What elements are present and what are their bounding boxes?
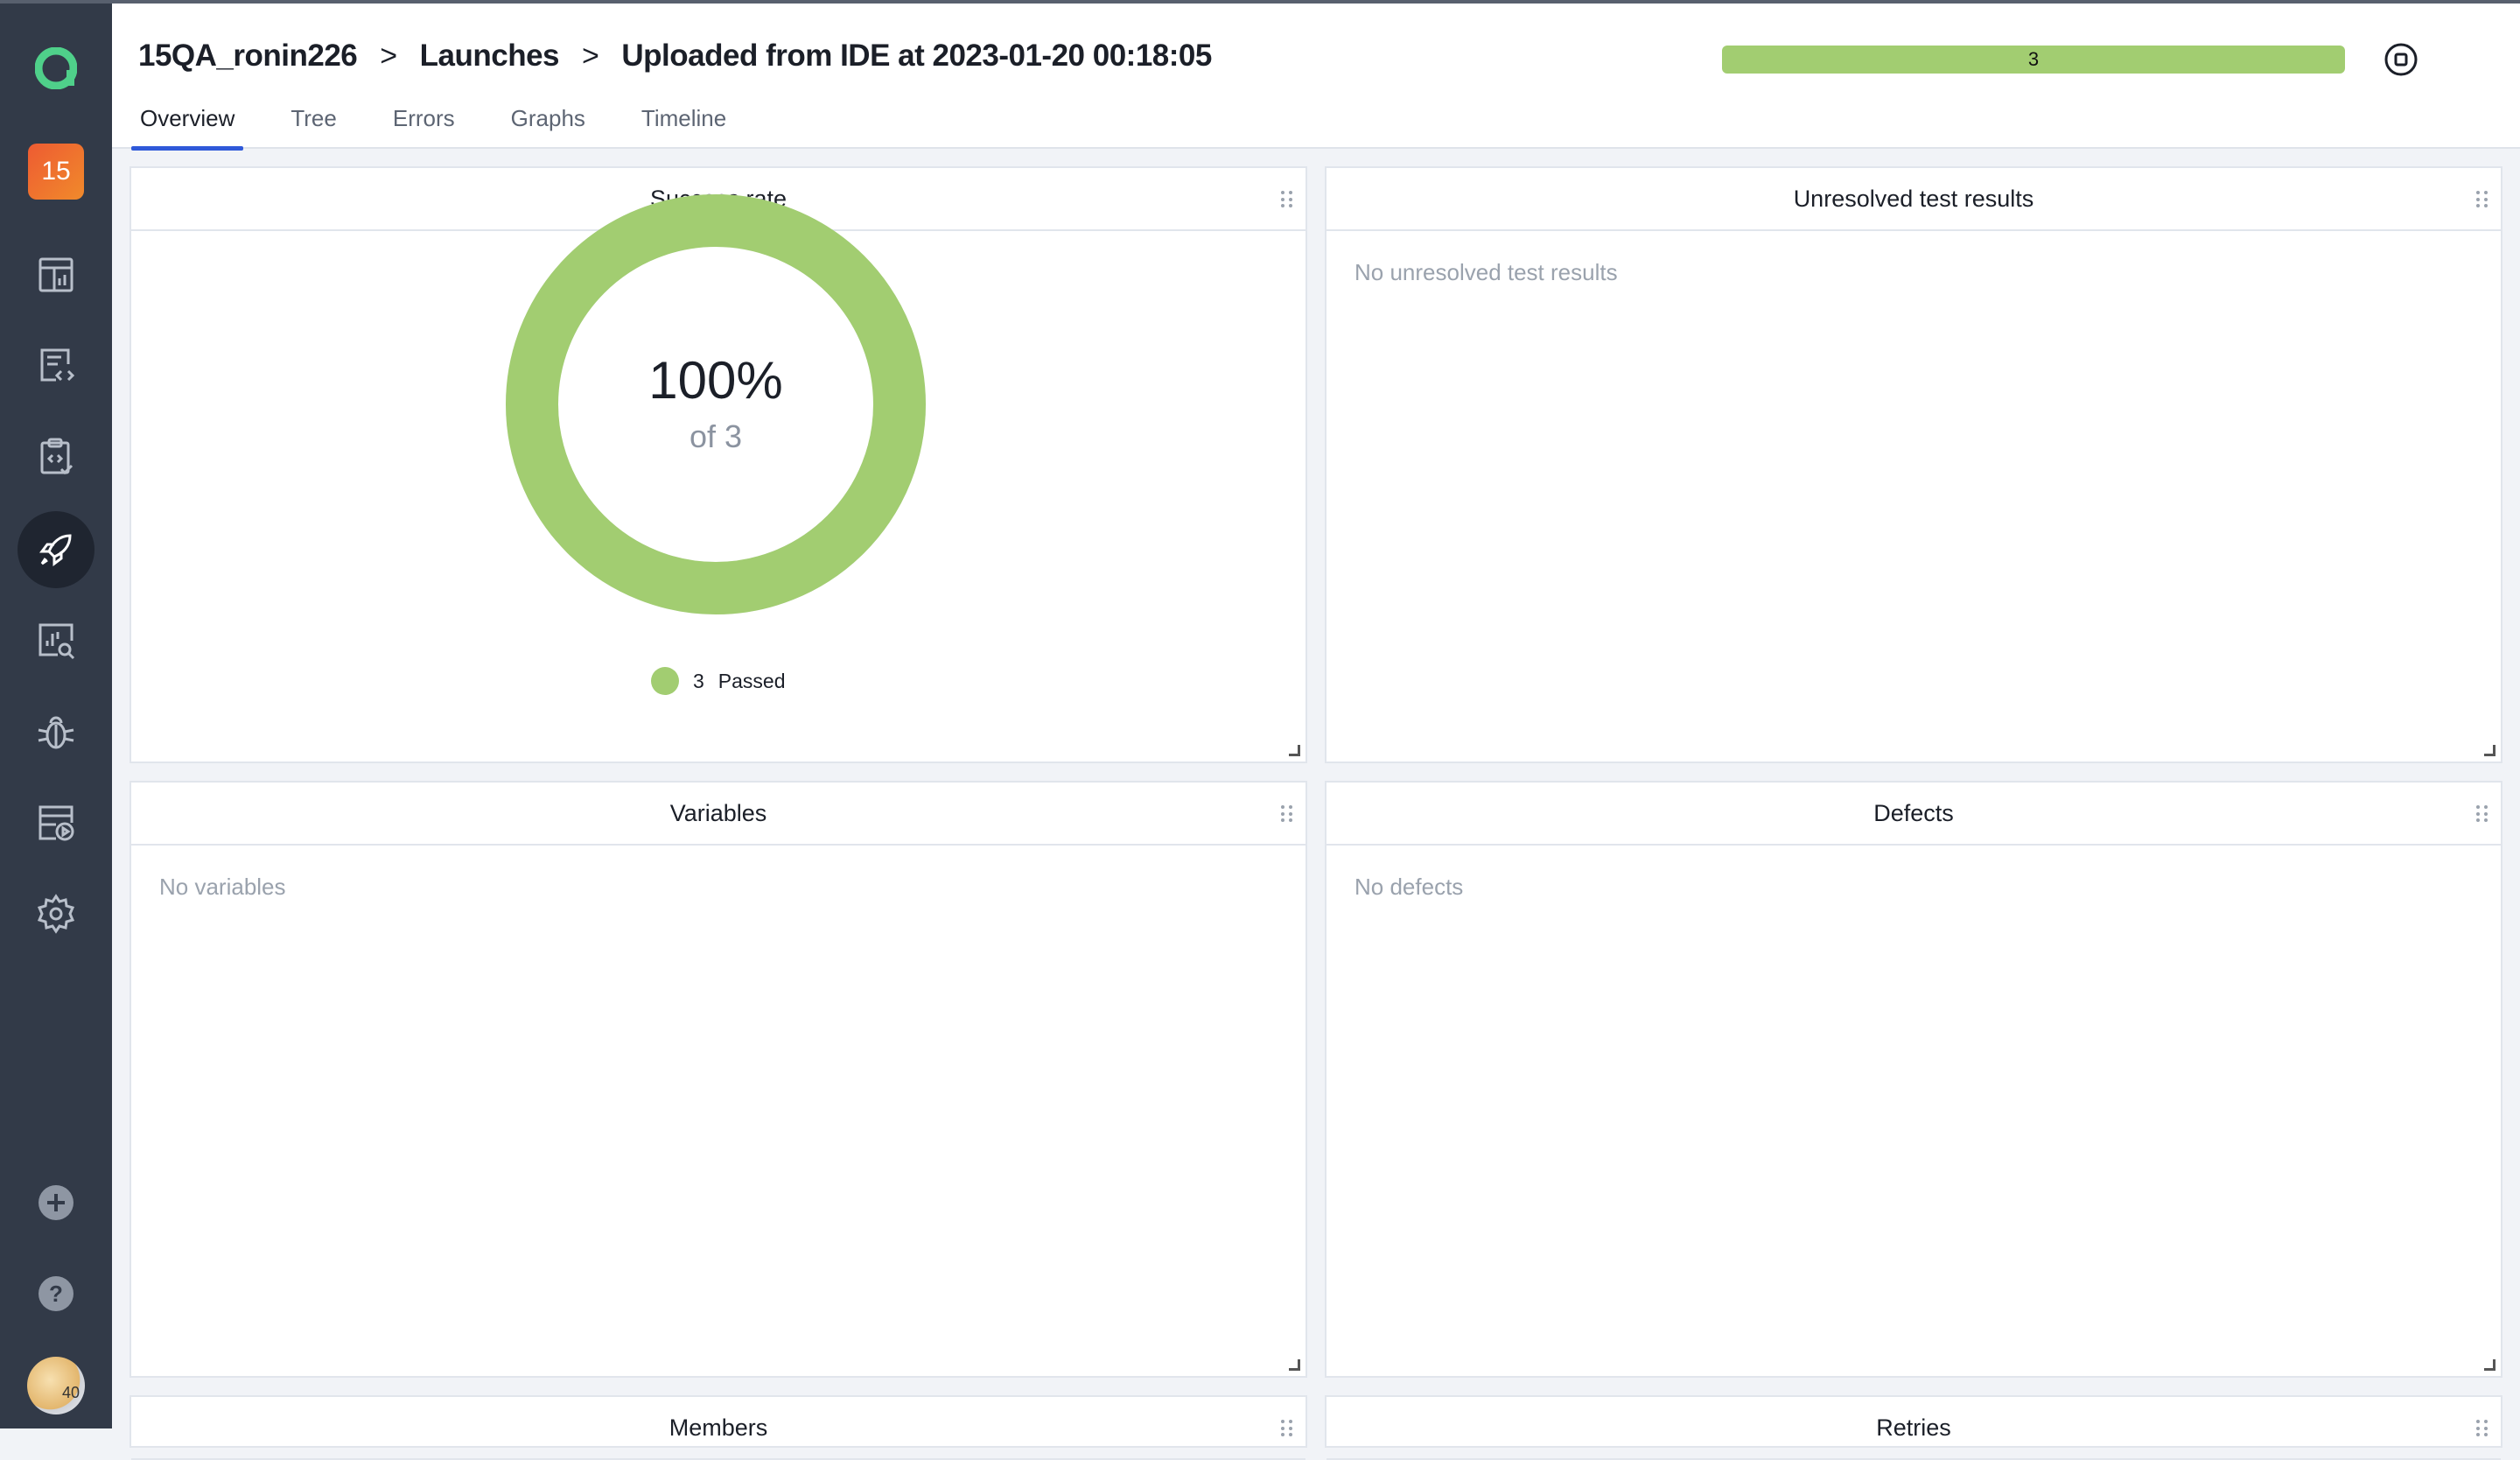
drag-handle-icon[interactable]	[2476, 805, 2488, 823]
widget-title-text: Members	[668, 1414, 768, 1441]
avatar[interactable]: 40	[27, 1357, 85, 1414]
breadcrumb-launches[interactable]: Launches	[420, 39, 560, 74]
svg-text:?: ?	[49, 1281, 63, 1307]
tab-errors[interactable]: Errors	[386, 102, 462, 144]
retries-widget: Retries	[1325, 1395, 2502, 1460]
drag-handle-icon[interactable]	[1281, 805, 1293, 823]
legend-count: 3	[693, 669, 704, 692]
unresolved-widget: Unresolved test results No unresolved te…	[1325, 166, 2502, 763]
jobs-icon[interactable]	[18, 784, 94, 861]
widget-title-text: Retries	[1876, 1414, 1951, 1441]
chevron-right-icon: >	[582, 39, 599, 73]
tab-timeline[interactable]: Timeline	[634, 102, 733, 144]
resize-handle-icon[interactable]	[2484, 1359, 2496, 1371]
empty-state-text: No defects	[1354, 874, 1464, 900]
widget-title: Unresolved test results	[1326, 168, 2501, 231]
success-percent: 100%	[648, 351, 783, 410]
tab-graphs[interactable]: Graphs	[504, 102, 592, 144]
add-icon[interactable]	[18, 1164, 94, 1241]
widget-title-text: Unresolved test results	[1793, 185, 2034, 212]
drag-handle-icon[interactable]	[1281, 191, 1293, 208]
drag-handle-icon[interactable]	[2476, 1420, 2488, 1437]
resize-handle-icon[interactable]	[1289, 1359, 1300, 1371]
success-donut-chart: 100% of 3	[506, 194, 926, 614]
defects-widget: Defects No defects	[1325, 781, 2502, 1378]
resize-handle-icon[interactable]	[2484, 745, 2496, 756]
widget-title-text: Variables	[669, 799, 767, 826]
test-plans-icon[interactable]	[18, 418, 94, 495]
widget-title: Defects	[1326, 783, 2501, 846]
legend-label: Passed	[718, 669, 786, 692]
widget-title: Retries	[1326, 1397, 2501, 1460]
test-cases-icon[interactable]	[18, 327, 94, 404]
legend-passed[interactable]: 3 Passed	[651, 667, 786, 695]
analytics-icon[interactable]	[18, 602, 94, 679]
success-rate-widget: Success rate 100% of 3 3 Passed	[130, 166, 1307, 763]
members-widget: Members	[130, 1395, 1307, 1460]
variables-widget: Variables No variables	[130, 781, 1307, 1378]
stop-launch-button[interactable]	[2382, 40, 2420, 79]
resize-handle-icon[interactable]	[1289, 745, 1300, 756]
tab-overview[interactable]: Overview	[130, 102, 244, 151]
defects-icon[interactable]	[18, 693, 94, 770]
legend-dot-icon	[651, 667, 679, 695]
help-icon[interactable]: ?	[18, 1255, 94, 1332]
header: 15QA_ronin226 > Launches > Uploaded from…	[112, 4, 2520, 151]
launch-progress-bar: 3	[1722, 46, 2345, 74]
empty-state-text: No variables	[159, 874, 286, 900]
breadcrumb-launch-title: Uploaded from IDE at 2023-01-20 00:18:05	[621, 39, 1212, 73]
breadcrumb: 15QA_ronin226 > Launches > Uploaded from…	[138, 39, 1212, 74]
sidebar: 15 ? 40	[0, 0, 112, 1428]
progress-count: 3	[2027, 48, 2040, 70]
breadcrumb-project[interactable]: 15QA_ronin226	[138, 39, 358, 74]
drag-handle-icon[interactable]	[1281, 1420, 1293, 1437]
widget-title-text: Defects	[1873, 799, 1954, 826]
launches-icon[interactable]	[18, 511, 94, 588]
chevron-right-icon: >	[380, 39, 397, 73]
tabs: Overview Tree Errors Graphs Timeline	[130, 102, 775, 151]
dashboard-icon[interactable]	[18, 236, 94, 313]
settings-icon[interactable]	[18, 875, 94, 952]
success-total: of 3	[689, 418, 743, 454]
widget-title: Variables	[131, 783, 1306, 846]
tab-tree[interactable]: Tree	[284, 102, 344, 144]
widget-title: Members	[131, 1397, 1306, 1460]
drag-handle-icon[interactable]	[2476, 191, 2488, 208]
logo-icon[interactable]	[18, 30, 94, 107]
project-badge[interactable]: 15	[28, 144, 84, 200]
empty-state-text: No unresolved test results	[1354, 259, 1618, 285]
stop-icon	[2384, 43, 2418, 76]
